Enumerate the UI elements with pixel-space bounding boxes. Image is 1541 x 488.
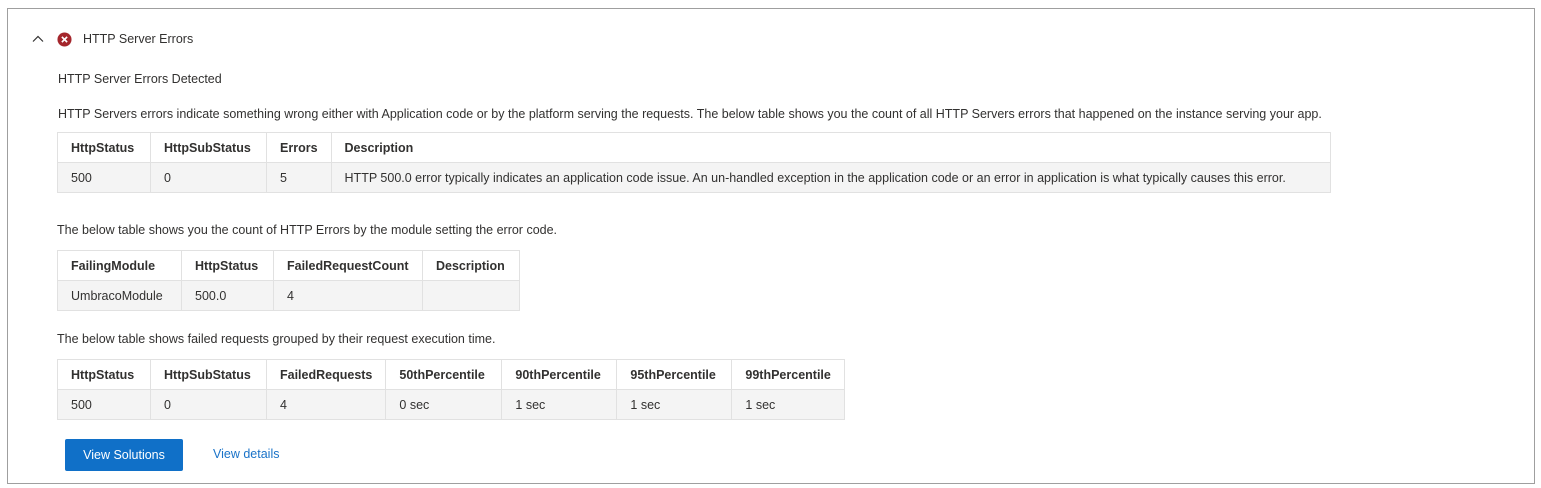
execution-time-text: The below table shows failed requests gr…: [57, 332, 496, 346]
table-header-row: HttpStatus HttpSubStatus Errors Descript…: [57, 132, 1332, 163]
table-cell: 4: [265, 389, 387, 420]
http-status-table: HttpStatus HttpSubStatus Errors Descript…: [57, 132, 1332, 193]
table-cell: [422, 280, 520, 311]
column-header: HttpStatus: [57, 132, 151, 163]
table-cell: 4: [273, 280, 423, 311]
table-cell: 5: [266, 162, 332, 193]
execution-time-table: HttpStatus HttpSubStatus FailedRequests …: [57, 359, 845, 420]
column-header: FailedRequests: [265, 359, 387, 390]
table-row: 500 0 4 0 sec 1 sec 1 sec 1 sec: [57, 389, 845, 420]
detected-title: HTTP Server Errors Detected: [58, 72, 222, 86]
table-cell: 500: [57, 389, 151, 420]
column-header: 90thPercentile: [501, 359, 618, 390]
column-header: HttpStatus: [181, 250, 274, 281]
intro-text: HTTP Servers errors indicate something w…: [58, 107, 1322, 121]
table-header-row: HttpStatus HttpSubStatus FailedRequests …: [57, 359, 845, 390]
column-header: HttpStatus: [57, 359, 151, 390]
column-header: FailedRequestCount: [273, 250, 423, 281]
table-cell: UmbracoModule: [57, 280, 182, 311]
chevron-up-icon[interactable]: [30, 31, 46, 47]
column-header: 99thPercentile: [731, 359, 845, 390]
module-text: The below table shows you the count of H…: [57, 223, 558, 237]
view-solutions-button[interactable]: View Solutions: [65, 439, 183, 471]
section-title: HTTP Server Errors: [83, 32, 194, 46]
table-cell: 1 sec: [501, 389, 618, 420]
table-cell: 0: [150, 389, 267, 420]
table-header-row: FailingModule HttpStatus FailedRequestCo…: [57, 250, 520, 281]
table-row: 500 0 5 HTTP 500.0 error typically indic…: [57, 162, 1332, 193]
column-header: Description: [330, 132, 1332, 163]
view-details-link[interactable]: View details: [213, 447, 279, 461]
table-cell: 1 sec: [616, 389, 733, 420]
column-header: HttpSubStatus: [150, 359, 267, 390]
table-cell: HTTP 500.0 error typically indicates an …: [330, 162, 1332, 193]
failing-module-table: FailingModule HttpStatus FailedRequestCo…: [57, 250, 520, 311]
error-circle-icon: [57, 31, 72, 47]
table-cell: 500: [57, 162, 151, 193]
column-header: HttpSubStatus: [150, 132, 267, 163]
http-server-errors-card: HTTP Server Errors HTTP Server Errors De…: [7, 8, 1535, 484]
section-header: HTTP Server Errors: [30, 29, 193, 49]
column-header: Description: [422, 250, 520, 281]
table-cell: 500.0: [181, 280, 274, 311]
table-cell: 0: [150, 162, 267, 193]
table-cell: 0 sec: [385, 389, 503, 420]
column-header: Errors: [266, 132, 332, 163]
table-row: UmbracoModule 500.0 4: [57, 280, 520, 311]
column-header: 95thPercentile: [616, 359, 733, 390]
column-header: 50thPercentile: [385, 359, 503, 390]
column-header: FailingModule: [57, 250, 182, 281]
table-cell: 1 sec: [731, 389, 845, 420]
